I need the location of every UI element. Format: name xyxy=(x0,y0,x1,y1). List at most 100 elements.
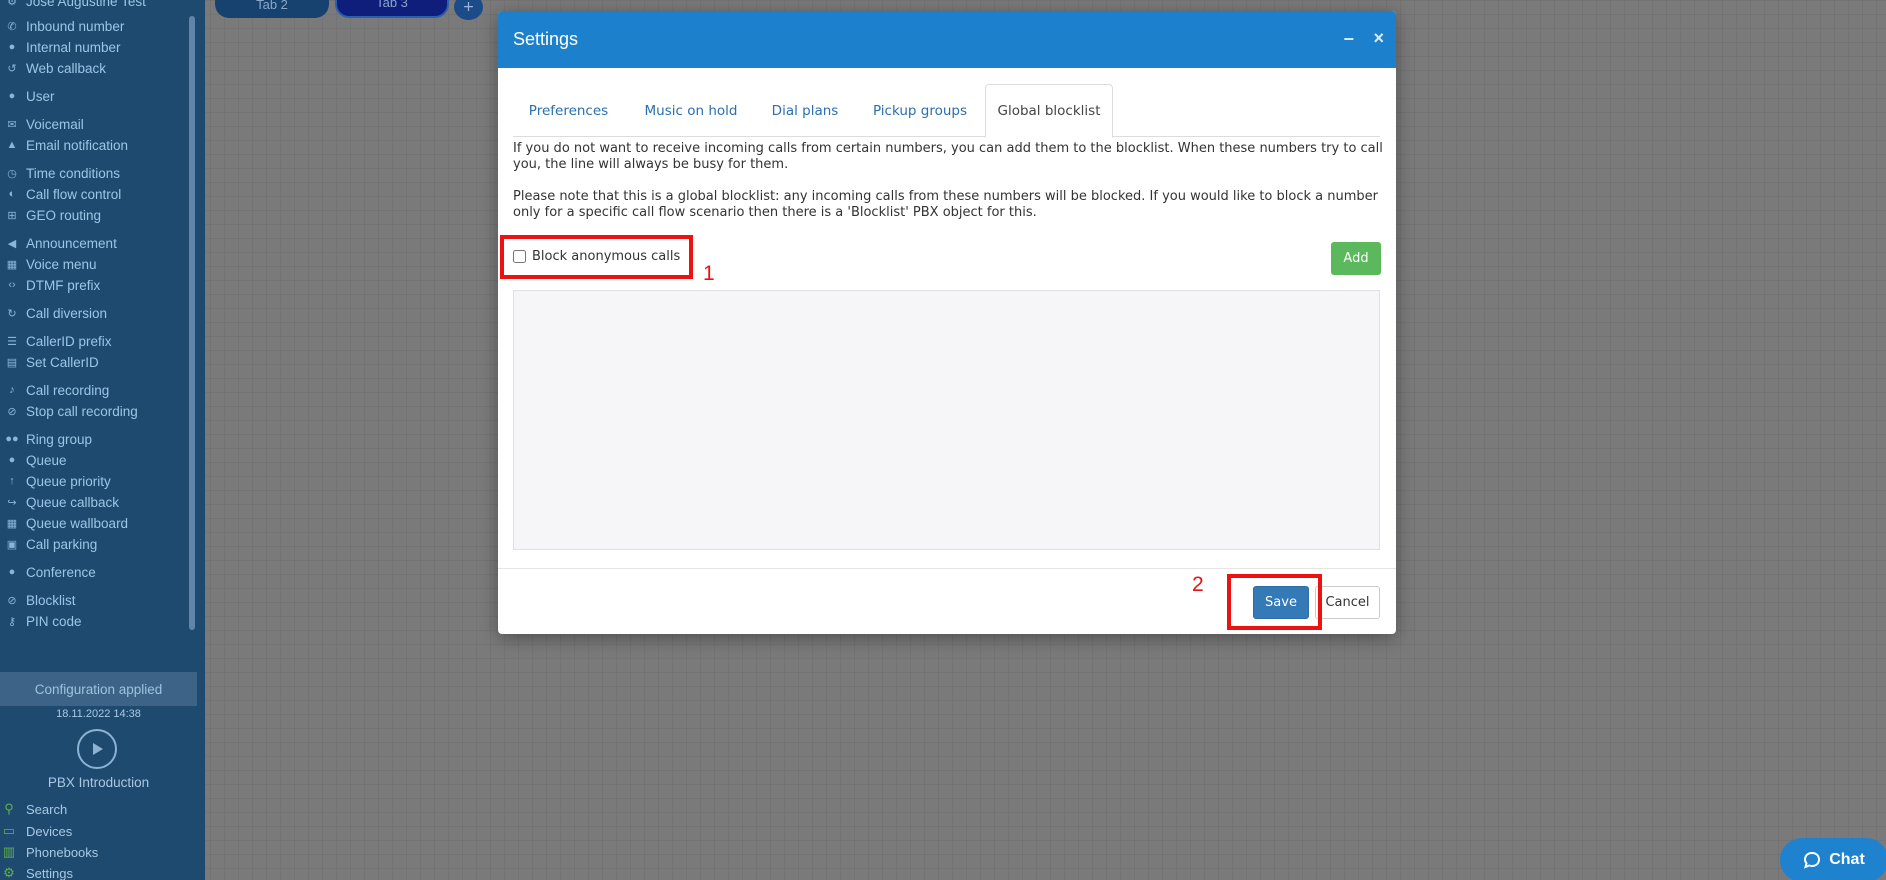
gear-icon: ⚙ xyxy=(3,865,15,880)
redo-icon: ↻ xyxy=(7,307,17,320)
sidebar-bottom-label: Search xyxy=(26,801,68,817)
sidebar-item-set-callerid[interactable]: ▤ Set CallerID xyxy=(6,353,99,371)
sidebar-item-call-recording[interactable]: ♪ Call recording xyxy=(6,381,109,399)
sidebar-item-label: Internal number xyxy=(26,39,121,55)
callback-icon: ↺ xyxy=(7,62,17,75)
sidebar-bottom-phonebooks[interactable]: ▥ Phonebooks xyxy=(0,843,98,861)
book-icon: ▥ xyxy=(2,844,16,859)
megaphone-icon: ◀ xyxy=(7,237,17,250)
sidebar-item-label: Jose Augustine Test xyxy=(26,0,146,9)
sidebar-bottom-search[interactable]: ⚲ Search xyxy=(0,800,67,818)
sidebar-item-label: Queue priority xyxy=(26,473,111,489)
close-icon[interactable]: × xyxy=(1373,28,1384,49)
sidebar-bottom-settings[interactable]: ⚙ Settings xyxy=(0,864,73,880)
sidebar-item-inbound-number[interactable]: ✆ Inbound number xyxy=(6,17,124,35)
sidebar-item-label: Email notification xyxy=(26,137,129,153)
share-icon: ↪ xyxy=(7,496,17,509)
sidebar-item-voice-menu[interactable]: ▦ Voice menu xyxy=(6,255,97,273)
sidebar-item-geo-routing[interactable]: ⊞ GEO routing xyxy=(6,206,101,224)
chat-bubble-icon xyxy=(1804,851,1821,869)
sidebar-scrollbar[interactable] xyxy=(189,16,195,630)
annotation-number-1: 1 xyxy=(703,262,715,285)
sidebar-item-label: Call diversion xyxy=(26,305,108,321)
clock-icon: ◷ xyxy=(7,167,17,180)
sidebar-item-call-diversion[interactable]: ↻ Call diversion xyxy=(6,304,107,322)
ban-icon: ⊘ xyxy=(7,594,17,607)
sidebar-item-stop-call-recording[interactable]: ⊘ Stop call recording xyxy=(6,402,138,420)
sidebar-item-internal-number[interactable]: ● Internal number xyxy=(6,38,121,56)
card-icon: ▤ xyxy=(6,356,18,369)
cancel-button[interactable]: Cancel xyxy=(1315,586,1380,619)
dialog-header: Settings − × xyxy=(498,11,1396,68)
sidebar-item-label: Web callback xyxy=(26,60,107,76)
add-number-button[interactable]: Add xyxy=(1331,242,1381,275)
dialog-title: Settings xyxy=(513,29,579,49)
minimize-icon[interactable]: − xyxy=(1343,29,1354,50)
code-icon: ‹› xyxy=(8,279,16,291)
tab-global-blocklist[interactable]: Global blocklist xyxy=(985,84,1113,138)
annotation-box-1 xyxy=(500,235,693,279)
sidebar-item-announcement[interactable]: ◀ Announcement xyxy=(6,234,117,252)
key-icon: ⚷ xyxy=(7,615,17,628)
sidebar-item-dtmf-prefix[interactable]: ‹› DTMF prefix xyxy=(6,276,100,294)
top-tab-3[interactable]: Tab 3 xyxy=(335,0,449,18)
sidebar-item-label: Conference xyxy=(26,564,96,580)
sidebar-item-callerid-prefix[interactable]: ☰ CallerID prefix xyxy=(6,332,112,350)
phone-in-icon: ✆ xyxy=(7,20,17,33)
sidebar-item-label: Time conditions xyxy=(26,165,121,181)
sidebar-item-label: Call flow control xyxy=(26,186,122,202)
tab-pickup-groups[interactable]: Pickup groups xyxy=(855,84,985,137)
annotation-number-2: 2 xyxy=(1192,573,1204,596)
sidebar-item-call-flow-control[interactable]: ◐ Call flow control xyxy=(6,185,122,203)
sidebar-item-pin-code[interactable]: ⚷ PIN code xyxy=(6,612,82,630)
mail-icon: ✉ xyxy=(7,118,17,131)
bell-icon: ▲ xyxy=(6,139,18,151)
tab-preferences[interactable]: Preferences xyxy=(513,84,624,137)
sidebar-item-queue-priority[interactable]: ↑ Queue priority xyxy=(6,472,111,490)
chat-button[interactable]: Chat xyxy=(1780,838,1886,880)
sidebar-item-queue[interactable]: ● Queue xyxy=(6,451,67,469)
sidebar-item-label: Announcement xyxy=(26,235,117,251)
dialog-footer-divider xyxy=(498,568,1396,569)
user-icon: ● xyxy=(8,454,16,466)
annotation-box-2 xyxy=(1227,574,1322,630)
sidebar-item-queue-callback[interactable]: ↪ Queue callback xyxy=(6,493,119,511)
pbx-introduction-label[interactable]: PBX Introduction xyxy=(0,775,197,790)
gear-icon: ⚙ xyxy=(7,0,17,8)
sidebar-item-conference[interactable]: ● Conference xyxy=(6,563,96,581)
settings-dialog: Settings − × Preferences Music on hold D… xyxy=(498,11,1396,634)
sidebar-item-label: Inbound number xyxy=(26,18,125,34)
grid-icon: ▦ xyxy=(6,258,18,271)
chat-icon: ● xyxy=(8,566,16,578)
mic-icon: ♪ xyxy=(9,384,15,396)
top-tab-2[interactable]: Tab 2 xyxy=(215,0,329,18)
play-intro-button[interactable] xyxy=(77,729,117,769)
sidebar-item-label: Stop call recording xyxy=(26,403,138,419)
sidebar-item-ring-group[interactable]: ●● Ring group xyxy=(5,430,92,448)
blocklist-list xyxy=(513,290,1380,550)
user-icon: ● xyxy=(8,90,16,102)
config-timestamp: 18.11.2022 14:38 xyxy=(56,708,141,720)
tab-dial-plans[interactable]: Dial plans xyxy=(757,84,853,137)
table-icon: ▦ xyxy=(6,517,18,530)
sidebar-item-blocklist[interactable]: ⊘ Blocklist xyxy=(6,591,75,609)
sidebar-item-queue-wallboard[interactable]: ▦ Queue wallboard xyxy=(6,514,128,532)
sidebar-item-account[interactable]: ⚙ Jose Augustine Test xyxy=(6,0,146,10)
sidebar-item-voicemail[interactable]: ✉ Voicemail xyxy=(6,115,83,133)
arrow-up-icon: ↑ xyxy=(9,475,15,487)
sidebar-bottom-devices[interactable]: ▭ Devices xyxy=(0,822,72,840)
add-tab-button[interactable]: + xyxy=(454,0,483,20)
sidebar-item-call-parking[interactable]: ▣ Call parking xyxy=(6,535,98,553)
sidebar-item-label: Voice menu xyxy=(26,256,97,272)
sidebar-item-email-notification[interactable]: ▲ Email notification xyxy=(6,136,129,154)
sidebar-item-web-callback[interactable]: ↺ Web callback xyxy=(6,59,106,77)
tab-music-on-hold[interactable]: Music on hold xyxy=(627,84,755,137)
sidebar-item-label: GEO routing xyxy=(26,207,102,223)
sidebar-item-user[interactable]: ● User xyxy=(6,87,55,105)
config-status[interactable]: Configuration applied xyxy=(0,672,197,706)
pin-icon: ● xyxy=(8,41,16,53)
sidebar-item-label: Set CallerID xyxy=(26,354,99,370)
monitor-icon: ▭ xyxy=(2,823,16,838)
sidebar-item-label: CallerID prefix xyxy=(26,333,112,349)
sidebar-item-time-conditions[interactable]: ◷ Time conditions xyxy=(6,164,120,182)
